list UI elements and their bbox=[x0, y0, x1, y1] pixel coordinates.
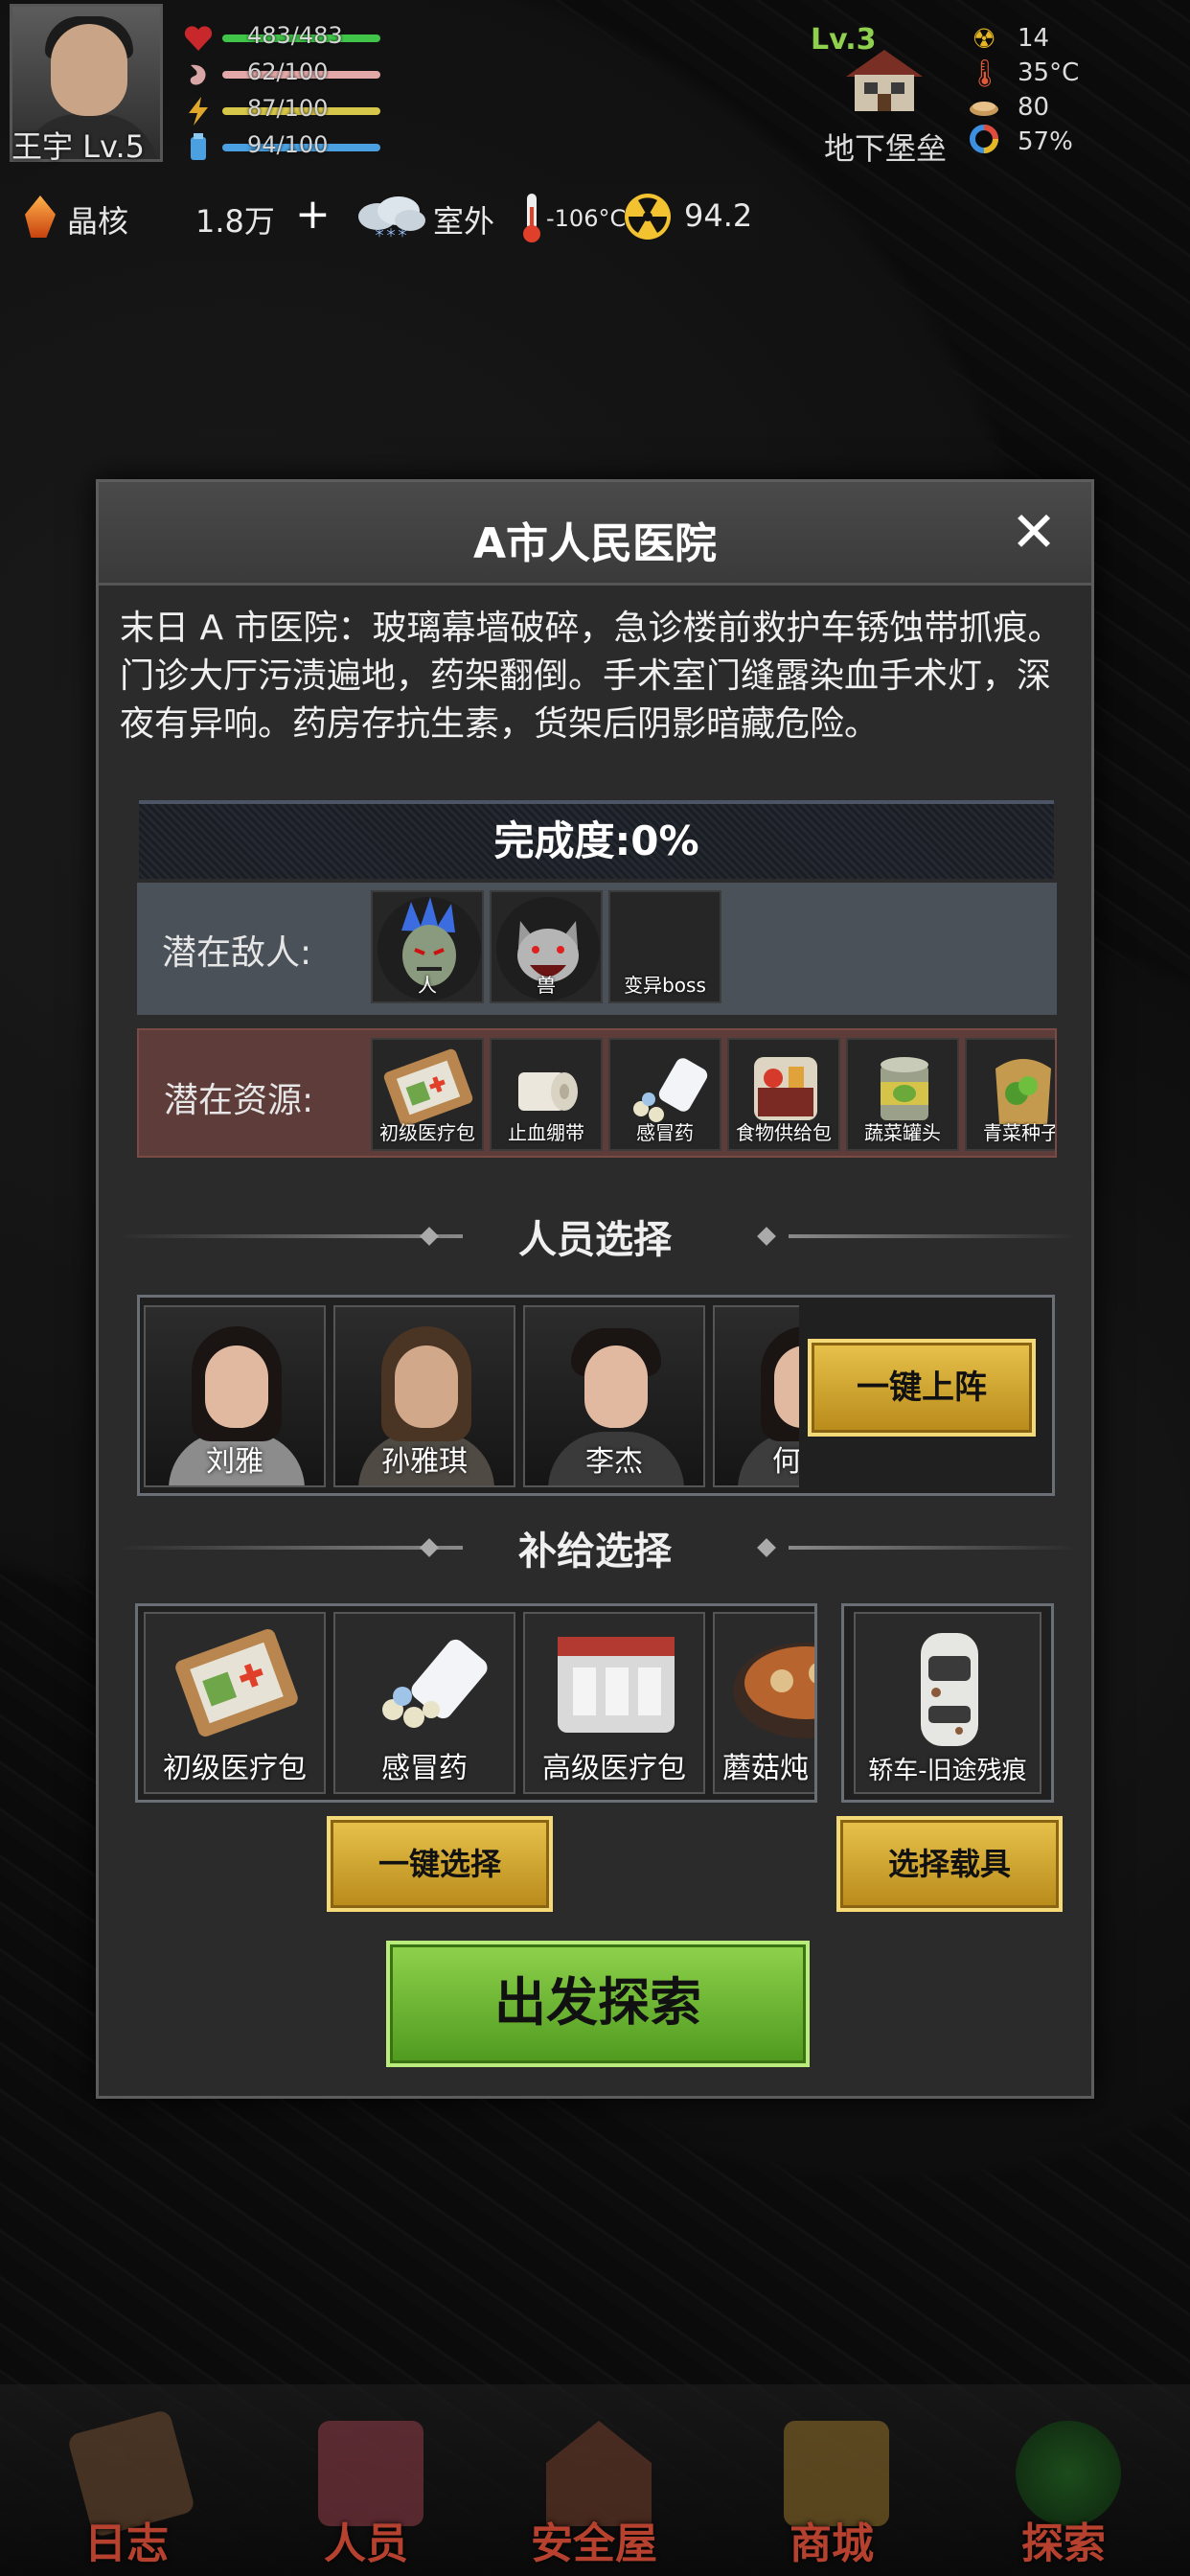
enemy-slot-boss[interactable]: 变异boss bbox=[608, 890, 721, 1003]
water-icon bbox=[182, 131, 215, 164]
resources-label: 潜在资源: bbox=[164, 1081, 314, 1120]
heart-icon bbox=[182, 22, 215, 55]
location-dialog: A市人民医院 ✕ 末日 A 市医院：玻璃幕墙破碎，急诊楼前救护车锈蚀带抓痕。门诊… bbox=[96, 479, 1094, 2099]
potential-enemies-row: 潜在敌人: 人 兽 变异boss bbox=[137, 883, 1057, 1015]
vehicle-slot[interactable]: 轿车-旧途残痕 bbox=[841, 1603, 1054, 1803]
enemy-slot-human[interactable]: 人 bbox=[371, 890, 484, 1003]
bottom-navigation: 日志 人员 安全屋 商城 探索 bbox=[0, 2384, 1190, 2576]
resource-vegetable-seeds[interactable]: 青菜种子 bbox=[965, 1038, 1055, 1151]
radiation-icon bbox=[625, 194, 671, 240]
base-name: 地下堡垒 bbox=[824, 130, 948, 167]
resource-food-pack[interactable]: 食物供给包 bbox=[727, 1038, 840, 1151]
shelter-base-button[interactable]: Lv.3 地下堡垒 bbox=[803, 17, 966, 167]
radiation-value: 94.2 bbox=[684, 197, 753, 234]
medkit-icon bbox=[175, 1628, 298, 1737]
person-card[interactable]: 刘雅 bbox=[144, 1305, 326, 1487]
nav-safehouse[interactable]: 安全屋 bbox=[498, 2404, 690, 2568]
snow-cloud-icon: ＊＊＊ bbox=[358, 196, 425, 238]
advanced-medkit-icon bbox=[558, 1637, 675, 1733]
crystal-label: 晶核 bbox=[67, 203, 129, 240]
person-card[interactable]: 孙雅琪 bbox=[333, 1305, 515, 1487]
env-temperature: 🌡 35°C bbox=[968, 57, 1080, 89]
resource-vegetable-can[interactable]: 蔬菜罐头 bbox=[846, 1038, 959, 1151]
start-exploration-button[interactable]: 出发探索 bbox=[386, 1941, 810, 2067]
potential-resources-row: 潜在资源: 初级医疗包 止血绷带 感冒药 食物供给包 蔬菜罐头 青菜种子 bbox=[137, 1028, 1057, 1158]
select-all-supplies-button[interactable]: 一键选择 bbox=[327, 1816, 553, 1912]
resource-bandage[interactable]: 止血绷带 bbox=[490, 1038, 603, 1151]
nav-shop[interactable]: 商城 bbox=[736, 2404, 927, 2568]
resource-basic-medkit[interactable]: 初级医疗包 bbox=[371, 1038, 484, 1151]
energy-icon bbox=[182, 95, 215, 127]
enemies-label: 潜在敌人: bbox=[162, 933, 312, 973]
resource-bar: 晶核 1.8万 + ＊＊＊ 室外 -106°C 94.2 bbox=[11, 184, 759, 251]
supply-card[interactable]: 初级医疗包 bbox=[144, 1612, 326, 1794]
svg-text:＊＊＊: ＊＊＊ bbox=[374, 226, 408, 238]
weather-label: 室外 bbox=[433, 203, 495, 240]
dialog-title: A市人民医院 bbox=[472, 519, 718, 568]
sedan-car-icon bbox=[921, 1633, 978, 1746]
resource-cold-medicine[interactable]: 感冒药 bbox=[608, 1038, 721, 1151]
crystal-amount: 1.8万 bbox=[195, 203, 275, 240]
thermometer-icon bbox=[523, 194, 540, 242]
stat-health: 483/483 bbox=[182, 21, 380, 56]
supply-card[interactable]: 感冒药 bbox=[333, 1612, 515, 1794]
add-crystal-button[interactable]: + bbox=[295, 190, 331, 239]
completion-progress: 完成度:0% bbox=[139, 800, 1054, 879]
stat-water: 94/100 bbox=[182, 130, 380, 165]
player-name-level: 王宇 Lv.5 bbox=[11, 128, 145, 165]
supply-card[interactable]: 蘑菇炖 bbox=[713, 1612, 814, 1794]
supply-selection-list[interactable]: 初级医疗包 感冒药 高级医疗包 蘑菇炖 bbox=[135, 1603, 817, 1803]
percent-gauge-icon bbox=[968, 124, 1000, 160]
thermometer-icon: 🌡 bbox=[968, 57, 1002, 89]
nav-log[interactable]: 日志 bbox=[31, 2404, 222, 2568]
deploy-all-button[interactable]: 一键上阵 bbox=[808, 1339, 1036, 1437]
crystal-icon bbox=[25, 196, 56, 238]
divider-right bbox=[789, 1234, 1076, 1238]
supply-card[interactable]: 高级医疗包 bbox=[523, 1612, 705, 1794]
env-food: 80 bbox=[968, 88, 1049, 126]
outdoor-temperature: -106°C bbox=[546, 205, 627, 232]
env-percent: 57% bbox=[968, 123, 1073, 161]
close-button[interactable]: ✕ bbox=[1005, 503, 1063, 561]
person-card[interactable]: 李杰 bbox=[523, 1305, 705, 1487]
stat-hunger: 62/100 bbox=[182, 58, 380, 92]
house-icon bbox=[846, 50, 923, 111]
select-vehicle-button[interactable]: 选择载具 bbox=[836, 1816, 1063, 1912]
radiation-icon: ☢ bbox=[972, 22, 996, 55]
stomach-icon bbox=[182, 58, 215, 91]
mushroom-stew-icon bbox=[733, 1643, 814, 1738]
nav-personnel[interactable]: 人员 bbox=[270, 2404, 462, 2568]
location-description: 末日 A 市医院：玻璃幕墙破碎，急诊楼前救护车锈蚀带抓痕。门诊大厅污渍遍地，药架… bbox=[120, 609, 1063, 744]
stat-energy: 87/100 bbox=[182, 94, 380, 128]
food-icon bbox=[968, 92, 1000, 124]
pill-bottle-icon bbox=[382, 1639, 488, 1728]
dialog-header: A市人民医院 ✕ bbox=[99, 482, 1091, 586]
env-radiation: ☢ 14 bbox=[968, 19, 1049, 58]
nav-explore[interactable]: 探索 bbox=[968, 2404, 1159, 2568]
vehicle-card[interactable]: 轿车-旧途残痕 bbox=[854, 1612, 1041, 1794]
divider-right bbox=[789, 1546, 1076, 1550]
enemy-slot-beast[interactable]: 兽 bbox=[490, 890, 603, 1003]
